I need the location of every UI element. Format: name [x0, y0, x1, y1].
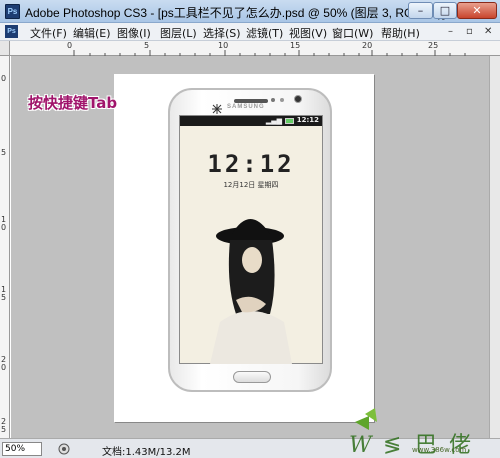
- photoshop-logo-icon: Ps: [5, 4, 20, 19]
- phone-home-button: [233, 371, 271, 383]
- phone-sensor: [271, 98, 275, 102]
- phone-brand-label: SAMSUNG: [227, 104, 265, 110]
- ruler-ticks: [73, 50, 466, 56]
- window-title: Adobe Photoshop CS3 - [ps工具栏不见了怎么办.psd @…: [25, 6, 446, 20]
- title-bar: Ps Adobe Photoshop CS3 - [ps工具栏不见了怎么办.ps…: [0, 0, 500, 23]
- status-menu-icon[interactable]: [58, 443, 70, 455]
- svg-text:W: W: [349, 433, 374, 458]
- photoshop-menu-icon[interactable]: Ps: [5, 25, 18, 38]
- ruler-origin[interactable]: [0, 41, 10, 56]
- ruler-tick-label: 5: [1, 148, 7, 157]
- menu-select[interactable]: 选择(S): [203, 25, 241, 41]
- phone-sensor: [280, 98, 284, 102]
- ruler-tick-label: 2 5: [1, 417, 7, 434]
- menu-help[interactable]: 帮助(H): [381, 25, 420, 41]
- phone-status-time: 12:12: [296, 116, 319, 124]
- lockscreen-date: 12月12日 星期四: [223, 181, 279, 189]
- menu-edit[interactable]: 编辑(E): [73, 25, 111, 41]
- phone-camera: [294, 95, 302, 103]
- menu-file[interactable]: 文件(F): [30, 25, 67, 41]
- wallpaper-figure: [210, 219, 292, 364]
- left-ruler[interactable]: 0 5 1 0 1 5 2 0 2 5: [0, 56, 10, 438]
- ruler-tick-label: 1 0: [1, 215, 7, 232]
- battery-icon: [285, 118, 294, 124]
- phone-speaker: [234, 99, 268, 103]
- pen-cursor-icon: [212, 104, 222, 114]
- doc-close-button[interactable]: ✕: [484, 26, 492, 37]
- phone-status-bar: ▂▄▆ 12:12: [180, 116, 322, 126]
- maximize-button[interactable]: □: [433, 2, 457, 19]
- document-size: 文档:1.43M/13.2M: [102, 447, 191, 458]
- phone-screen: ▂▄▆ 12:12 12:12 12月12日 星期四: [179, 115, 323, 364]
- menu-bar: Ps 文件(F) 编辑(E) 图像(I) 图层(L) 选择(S) 滤镜(T) 视…: [0, 23, 500, 41]
- doc-restore-button[interactable]: ▫: [466, 26, 473, 37]
- menu-layer[interactable]: 图层(L): [160, 25, 197, 41]
- svg-text:≶: ≶: [383, 433, 401, 458]
- top-ruler[interactable]: 0 5 10 15 20 25: [10, 41, 500, 56]
- phone-image: SAMSUNG ▂▄▆ 12:12 12:12 12月12日 星期四: [168, 88, 332, 392]
- menu-filter[interactable]: 滤镜(T): [246, 25, 283, 41]
- tab-shortcut-annotation: 按快捷键Tab: [28, 94, 118, 112]
- ruler-tick-label: 0: [1, 74, 7, 83]
- close-button[interactable]: ✕: [457, 2, 497, 19]
- ruler-tick-label: 1 5: [1, 285, 7, 302]
- lockscreen-clock: 12:12: [207, 150, 295, 178]
- menu-window[interactable]: 窗口(W): [332, 25, 373, 41]
- signal-icon: ▂▄▆: [265, 117, 282, 125]
- vertical-scrollbar[interactable]: [489, 56, 500, 438]
- ruler-tick-label: 2 0: [1, 355, 7, 372]
- zoom-input[interactable]: 50%: [2, 442, 42, 456]
- menu-view[interactable]: 视图(V): [289, 25, 327, 41]
- watermark-url: www.386w.com: [412, 446, 467, 454]
- doc-minimize-button[interactable]: –: [448, 26, 453, 37]
- menu-image[interactable]: 图像(I): [117, 25, 151, 41]
- minimize-button[interactable]: –: [408, 2, 433, 19]
